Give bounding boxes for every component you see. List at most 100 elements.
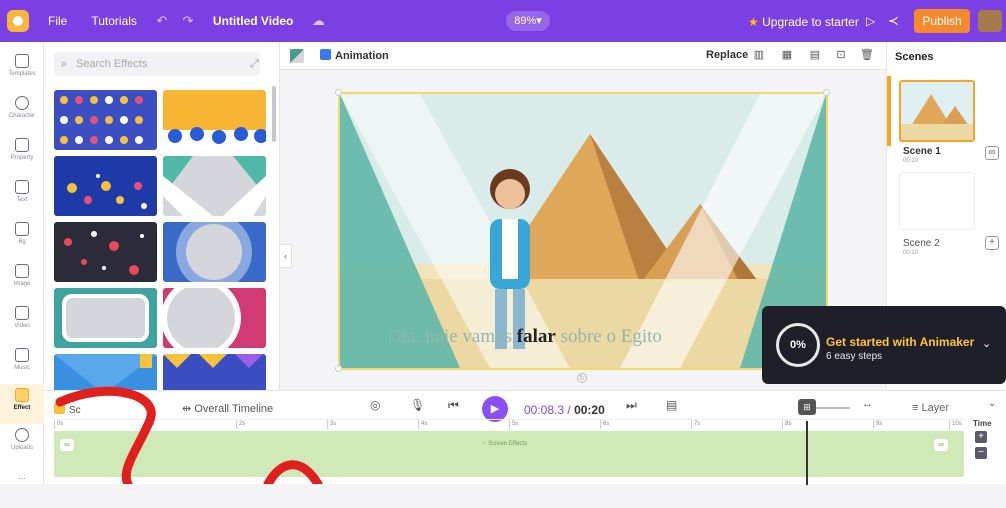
effects-scrollbar[interactable]	[272, 86, 276, 142]
effect-tile[interactable]	[54, 156, 157, 216]
resize-handle[interactable]	[823, 89, 830, 96]
tutorials-menu[interactable]: Tutorials	[79, 14, 149, 28]
effect-tile[interactable]	[54, 90, 157, 150]
progress-ring: 0%	[776, 323, 820, 367]
crowd-pattern	[163, 127, 266, 150]
search-icon: ⌕	[61, 58, 68, 70]
nav-music[interactable]: Music	[0, 348, 44, 388]
nav-label: Bg	[18, 239, 26, 245]
publish-button[interactable]: Publish	[914, 9, 970, 33]
toast-title: Get started with Animaker	[826, 335, 975, 349]
user-avatar[interactable]	[978, 10, 1002, 32]
time-separator: /	[564, 403, 575, 417]
lock-icon[interactable]: ⊡	[834, 48, 848, 62]
nav-label: Character	[8, 113, 36, 119]
delete-icon[interactable]: 🗑	[860, 48, 874, 62]
animation-button[interactable]: Animation	[320, 49, 389, 62]
zoom-dropdown[interactable]: 89%▾	[506, 11, 550, 31]
layer-order-icon[interactable]: ▤	[808, 48, 822, 62]
effect-tile[interactable]	[163, 288, 266, 348]
nav-label: Music	[14, 365, 30, 371]
track-label-text: Screen Effects	[488, 441, 528, 447]
video-stage[interactable]: Olá, hoje vamos falar sobre o Egito	[338, 92, 828, 370]
nav-effect[interactable]: Effect	[0, 384, 44, 424]
chevron-down-icon[interactable]: ⌄	[982, 337, 991, 350]
microphone-icon[interactable]: 🎙	[410, 398, 425, 412]
overall-timeline-button[interactable]: ⇹ Overall Timeline	[182, 402, 273, 415]
track-start-icon[interactable]: ∞	[60, 439, 74, 451]
screen-effects-icon	[54, 403, 65, 414]
zoom-out-time-button[interactable]: −	[975, 447, 987, 459]
fit-icon[interactable]: ↔	[862, 398, 873, 410]
timeline-icon: ⇹	[182, 403, 192, 415]
animaker-logo[interactable]	[0, 0, 36, 42]
property-icon	[15, 138, 29, 152]
transparency-icon[interactable]: ▦	[780, 48, 794, 62]
layer-button[interactable]: ≡ Layer	[912, 402, 949, 414]
effect-tile[interactable]	[163, 156, 266, 216]
nav-character[interactable]: Character	[0, 96, 44, 136]
nav-bg[interactable]: Bg	[0, 222, 44, 262]
playhead-handle[interactable]: ⊞	[798, 399, 816, 415]
nav-image[interactable]: Image	[0, 264, 44, 304]
effect-tile[interactable]	[54, 354, 157, 390]
cloud-save-icon[interactable]: ☁	[305, 13, 331, 29]
collapse-panel-icon[interactable]: ‹	[280, 244, 292, 268]
canvas-toolbar: Animation Replace ▥ ▦ ▤ ⊡ 🗑	[280, 42, 886, 70]
undo-icon[interactable]: ↶	[149, 13, 175, 29]
flip-icon[interactable]: ▥	[752, 48, 766, 62]
scene-1-menu-icon[interactable]: ∞	[985, 146, 999, 160]
scene-1-name[interactable]: Scene 1	[903, 146, 941, 157]
caption-text: Olá, hoje vamos	[388, 326, 517, 347]
collapse-timeline-icon[interactable]: ⌄	[988, 398, 996, 409]
resize-handle[interactable]	[335, 89, 342, 96]
zoom-in-time-button[interactable]: +	[975, 431, 987, 443]
caption-bold-text: falar	[516, 326, 556, 347]
camera-icon[interactable]: ◎	[370, 398, 380, 412]
nav-label: Text	[16, 197, 28, 203]
ruler-tick: 10s	[949, 420, 962, 429]
track-end-icon[interactable]: ∞	[934, 439, 948, 451]
file-menu[interactable]: File	[36, 14, 79, 28]
rotate-icon[interactable]: ↻	[577, 373, 587, 383]
effect-tile[interactable]	[163, 222, 266, 282]
ruler-tick: 4s	[418, 420, 427, 429]
effect-tile[interactable]	[163, 90, 266, 150]
nav-text[interactable]: Text	[0, 180, 44, 220]
search-effects-input[interactable]: ⌕ Search Effects ⤢	[54, 52, 260, 76]
nav-property[interactable]: Property	[0, 138, 44, 178]
nav-video[interactable]: Video	[0, 306, 44, 346]
skip-forward-icon[interactable]: ⏭	[626, 398, 637, 413]
uploads-icon	[15, 428, 29, 442]
onboarding-toast[interactable]: 0% Get started with Animaker 6 easy step…	[762, 306, 1006, 384]
nav-more[interactable]: ...	[0, 468, 44, 508]
preview-play-icon[interactable]: ▷	[866, 14, 875, 28]
redo-icon[interactable]: ↷	[175, 13, 201, 29]
scene-1-thumbnail[interactable]	[899, 80, 975, 142]
time-readout: 00:08.3 / 00:20	[524, 403, 605, 417]
screen-effects-button[interactable]: Sc	[54, 403, 81, 416]
emoji-pattern	[67, 174, 147, 209]
share-icon[interactable]: ≺	[888, 13, 899, 29]
nav-templates[interactable]: Templates	[0, 54, 44, 94]
skip-back-icon[interactable]: ⏮	[448, 398, 459, 413]
project-title[interactable]: Untitled Video	[201, 14, 305, 28]
playhead[interactable]	[806, 421, 808, 485]
screen-effects-track[interactable]: ∞ ♂ Screen Effects ∞	[54, 431, 964, 477]
upgrade-link[interactable]: ★ Upgrade to starter	[748, 15, 859, 29]
resize-handle[interactable]	[335, 365, 342, 372]
scene-2-name[interactable]: Scene 2	[903, 238, 940, 249]
effect-tile[interactable]	[54, 288, 157, 348]
effect-tile[interactable]	[163, 354, 266, 390]
expand-icon[interactable]: ⤢	[250, 52, 259, 76]
time-ruler[interactable]: 0s 1s 2s 3s 4s 5s 6s 7s 8s 9s 10s	[54, 419, 964, 431]
nav-label: Effect	[13, 405, 31, 411]
add-scene-button[interactable]: +	[985, 236, 999, 250]
search-placeholder: Search Effects	[76, 58, 148, 70]
nav-uploads[interactable]: Uploads	[0, 428, 44, 468]
subtitle-icon[interactable]: ▤	[666, 398, 677, 412]
scene-2-thumbnail[interactable]	[899, 172, 975, 230]
replace-button[interactable]: Replace	[706, 49, 748, 61]
effect-tile[interactable]	[54, 222, 157, 282]
bunting-pattern	[163, 354, 263, 368]
